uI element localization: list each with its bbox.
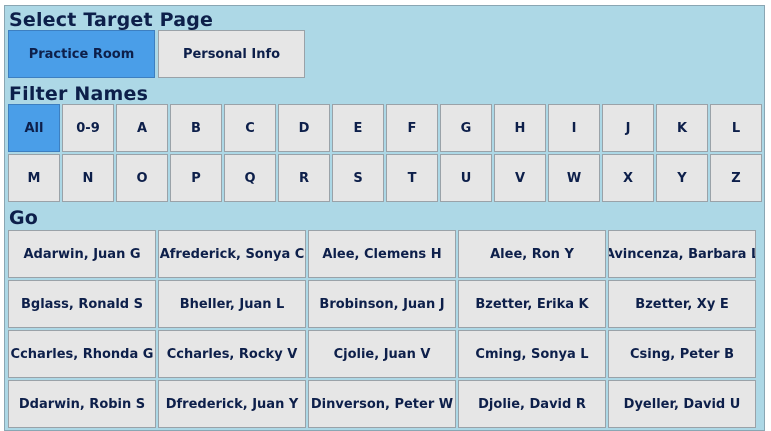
app-frame: Select Target Page Practice Room Personal… — [4, 5, 765, 431]
filter-0-9-button[interactable]: 0-9 — [62, 104, 114, 152]
filter-x-button[interactable]: X — [602, 154, 654, 202]
name-button[interactable]: Brobinson, Juan J — [308, 280, 456, 328]
filter-p-button[interactable]: P — [170, 154, 222, 202]
name-button[interactable]: Alee, Clemens H — [308, 230, 456, 278]
filter-j-button[interactable]: J — [602, 104, 654, 152]
name-button[interactable]: Adarwin, Juan G — [8, 230, 156, 278]
name-button[interactable]: Afrederick, Sonya C — [158, 230, 306, 278]
target-page-personal-info-button[interactable]: Personal Info — [158, 30, 305, 78]
filter-all-button[interactable]: All — [8, 104, 60, 152]
target-page-heading: Select Target Page — [9, 9, 214, 31]
filter-d-button[interactable]: D — [278, 104, 330, 152]
filter-h-button[interactable]: H — [494, 104, 546, 152]
filter-w-button[interactable]: W — [548, 154, 600, 202]
name-button[interactable]: Dinverson, Peter W — [308, 380, 456, 428]
name-button[interactable]: Csing, Peter B — [608, 330, 756, 378]
filter-y-button[interactable]: Y — [656, 154, 708, 202]
filter-q-button[interactable]: Q — [224, 154, 276, 202]
filter-t-button[interactable]: T — [386, 154, 438, 202]
name-button[interactable]: Bzetter, Erika K — [458, 280, 606, 328]
filter-n-button[interactable]: N — [62, 154, 114, 202]
name-button[interactable]: Bglass, Ronald S — [8, 280, 156, 328]
name-button[interactable]: Ccharles, Rhonda G — [8, 330, 156, 378]
name-button[interactable]: Ccharles, Rocky V — [158, 330, 306, 378]
filter-m-button[interactable]: M — [8, 154, 60, 202]
name-button[interactable]: Alee, Ron Y — [458, 230, 606, 278]
name-button[interactable]: Bheller, Juan L — [158, 280, 306, 328]
name-button[interactable]: Dfrederick, Juan Y — [158, 380, 306, 428]
filter-names-heading: Filter Names — [9, 83, 149, 105]
filter-o-button[interactable]: O — [116, 154, 168, 202]
filter-r-button[interactable]: R — [278, 154, 330, 202]
name-button[interactable]: Bzetter, Xy E — [608, 280, 756, 328]
go-heading: Go — [9, 207, 39, 229]
filter-a-button[interactable]: A — [116, 104, 168, 152]
filter-k-button[interactable]: K — [656, 104, 708, 152]
name-button[interactable]: Dyeller, David U — [608, 380, 756, 428]
filter-u-button[interactable]: U — [440, 154, 492, 202]
filter-v-button[interactable]: V — [494, 154, 546, 202]
filter-s-button[interactable]: S — [332, 154, 384, 202]
filter-c-button[interactable]: C — [224, 104, 276, 152]
filter-i-button[interactable]: I — [548, 104, 600, 152]
name-button[interactable]: Ddarwin, Robin S — [8, 380, 156, 428]
filter-b-button[interactable]: B — [170, 104, 222, 152]
name-button[interactable]: Djolie, David R — [458, 380, 606, 428]
filter-e-button[interactable]: E — [332, 104, 384, 152]
name-button[interactable]: Avincenza, Barbara L — [608, 230, 756, 278]
filter-g-button[interactable]: G — [440, 104, 492, 152]
target-page-practice-room-button[interactable]: Practice Room — [8, 30, 155, 78]
name-button[interactable]: Cming, Sonya L — [458, 330, 606, 378]
filter-l-button[interactable]: L — [710, 104, 762, 152]
filter-f-button[interactable]: F — [386, 104, 438, 152]
name-button[interactable]: Cjolie, Juan V — [308, 330, 456, 378]
filter-z-button[interactable]: Z — [710, 154, 762, 202]
